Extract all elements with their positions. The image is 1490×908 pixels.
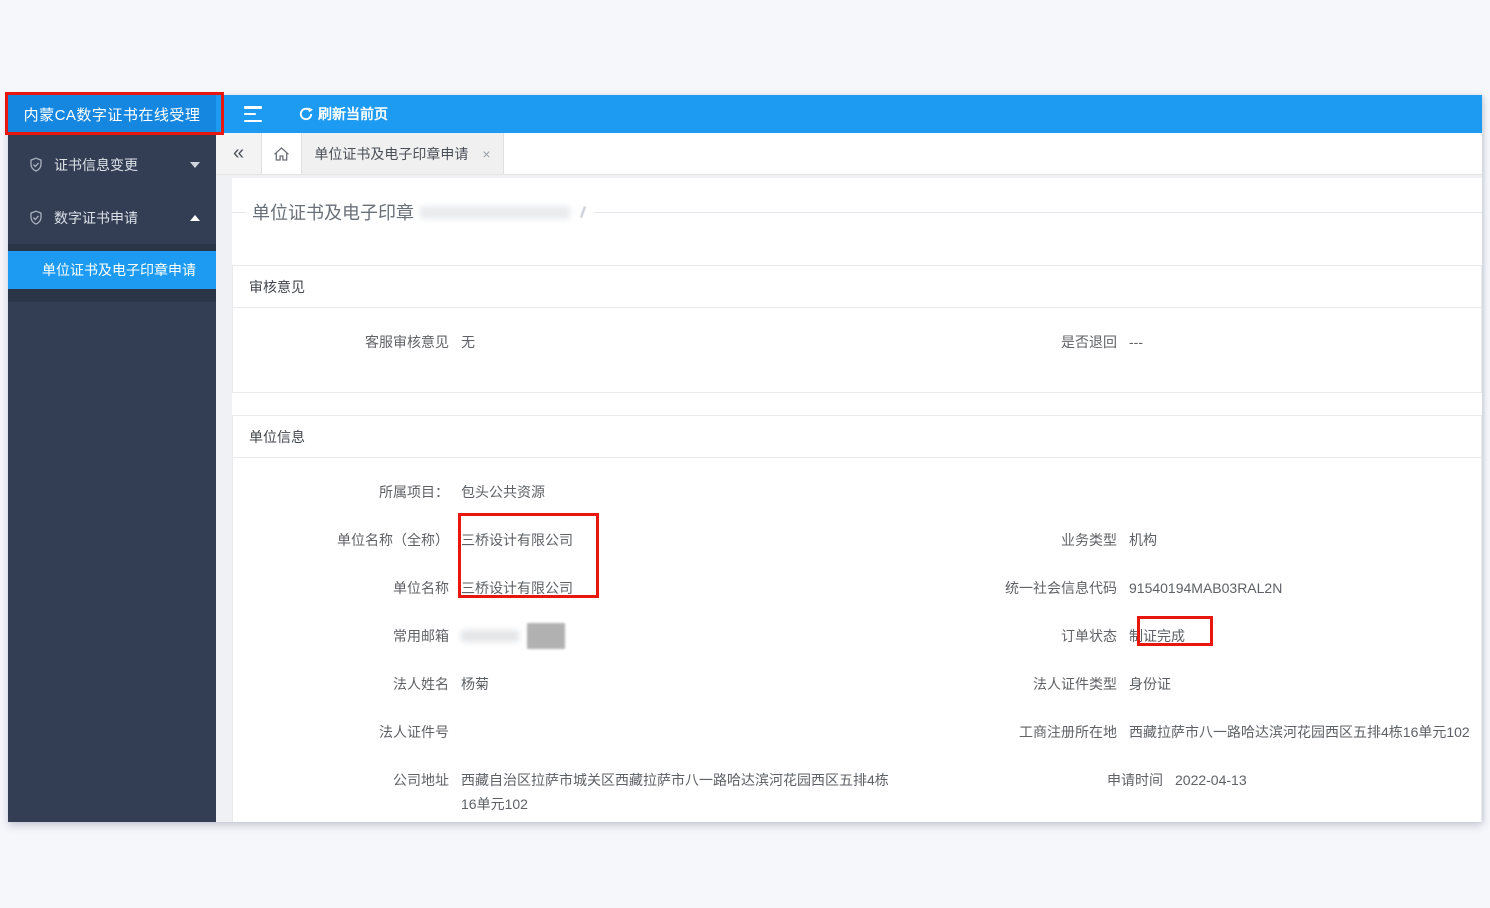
field-value: 无 [461, 334, 475, 350]
detail-card: 单位证书及电子印章 审核意见 客服审核意见 无 是否退回 --- 单位信息 所属… [232, 178, 1482, 822]
field-label: 是否退回 [1061, 334, 1117, 350]
tab-label: 单位证书及电子印章申请 [314, 145, 469, 162]
field-value: 西藏拉萨市八一路哈达滨河花园西区五排4栋16单元102 [1129, 724, 1470, 740]
collapse-sidebar-icon[interactable] [244, 106, 264, 122]
refresh-icon [299, 107, 313, 121]
form-row: 客服审核意见 无 是否退回 --- [233, 318, 1481, 366]
redacted-heading-text [420, 205, 570, 219]
field-label: 申请时间 [1107, 772, 1163, 788]
field-value-email-redacted [461, 623, 565, 649]
field-label: 统一社会信息代码 [1005, 580, 1117, 596]
page-title: 单位证书及电子印章 [252, 203, 414, 223]
sidebar-item-label: 数字证书申请 [54, 210, 138, 226]
form-row: 法人姓名 杨菊 法人证件类型 身份证 [233, 660, 1481, 708]
shield-check-icon [28, 210, 44, 226]
sidebar-submenu: 单位证书及电子印章申请 [8, 244, 216, 302]
sidebar-item-cert-info-change[interactable]: 证书信息变更 [8, 139, 216, 191]
page: { "colors": { "topbar_blue": "#1d9bf2", … [0, 0, 1490, 908]
tabs-back-button[interactable]: « [216, 133, 262, 174]
field-value: 机构 [1129, 532, 1157, 548]
section-review-opinion: 审核意见 客服审核意见 无 是否退回 --- [232, 265, 1482, 393]
page-heading-row: 单位证书及电子印章 [232, 178, 1482, 223]
shield-check-icon [28, 157, 44, 173]
sidebar: 内蒙CA数字证书在线受理 证书信息变更 数字证书申请 单位证书及电子印章申请 [8, 95, 216, 822]
close-icon[interactable]: × [482, 146, 490, 162]
field-label: 工商注册所在地 [1019, 724, 1117, 740]
field-value: 2022-04-13 [1175, 772, 1247, 788]
field-label: 客服审核意见 [365, 334, 449, 350]
section-unit-info: 单位信息 所属项目： 包头公共资源 单位名称（全称） 三桥设计有限公司 业务类型… [232, 415, 1482, 822]
field-value-order-status: 制证完成 [1129, 628, 1185, 644]
tab-unit-cert-seal-apply[interactable]: 单位证书及电子印章申请 × [302, 133, 504, 174]
field-value: 身份证 [1129, 676, 1171, 692]
field-value-company-name: 三桥设计有限公司 [461, 580, 573, 596]
field-label: 法人证件号 [379, 724, 449, 740]
field-value-company-fullname: 三桥设计有限公司 [461, 532, 573, 548]
heading-right-rule [594, 211, 1482, 213]
section-title: 审核意见 [233, 266, 1481, 308]
field-value: 杨菊 [461, 676, 489, 692]
section-title: 单位信息 [233, 416, 1481, 458]
field-label: 单位名称 [393, 580, 449, 596]
home-icon [274, 146, 289, 161]
chevron-down-icon [190, 162, 200, 168]
form-row: 单位名称（全称） 三桥设计有限公司 业务类型 机构 [233, 516, 1481, 564]
form-row: 常用邮箱 订单状态 制证完成 [233, 612, 1481, 660]
field-label: 公司地址 [393, 772, 449, 788]
field-label: 法人姓名 [393, 676, 449, 692]
form-row: 单位名称 三桥设计有限公司 统一社会信息代码 91540194MAB03RAL2… [233, 564, 1481, 612]
topbar: 刷新当前页 [216, 95, 1482, 133]
refresh-page-button[interactable]: 刷新当前页 [298, 104, 388, 124]
tabbar: « 单位证书及电子印章申请 × [216, 133, 1482, 175]
field-value: 91540194MAB03RAL2N [1129, 580, 1283, 596]
redacted-email-block [527, 623, 565, 649]
sidebar-item-label: 证书信息变更 [54, 157, 138, 173]
field-label: 所属项目： [379, 484, 449, 500]
form-row: 法人证件号 工商注册所在地 西藏拉萨市八一路哈达滨河花园西区五排4栋16单元10… [233, 708, 1481, 756]
form-row: 所属项目： 包头公共资源 [233, 468, 1481, 516]
field-label: 法人证件类型 [1033, 676, 1117, 692]
redacted-email-blur [461, 630, 519, 642]
refresh-label: 刷新当前页 [318, 106, 388, 122]
field-value: 包头公共资源 [461, 484, 545, 500]
field-label: 订单状态 [1061, 628, 1117, 644]
field-label: 单位名称（全称） [337, 532, 449, 548]
sidebar-app-title: 内蒙CA数字证书在线受理 [8, 95, 216, 133]
app-window: 内蒙CA数字证书在线受理 证书信息变更 数字证书申请 单位证书及电子印章申请 刷… [8, 95, 1482, 822]
chevron-up-icon [190, 215, 200, 221]
field-label: 业务类型 [1061, 532, 1117, 548]
field-value-company-address: 西藏自治区拉萨市城关区西藏拉萨市八一路哈达滨河花园西区五排4栋16单元102 [461, 772, 889, 812]
heading-left-rule [232, 211, 246, 213]
sidebar-subitem-unit-cert-seal-apply[interactable]: 单位证书及电子印章申请 [8, 251, 216, 289]
sidebar-item-digital-cert-apply[interactable]: 数字证书申请 [8, 192, 216, 244]
field-label: 常用邮箱 [393, 628, 449, 644]
main-content: 单位证书及电子印章 审核意见 客服审核意见 无 是否退回 --- 单位信息 所属… [216, 175, 1482, 822]
redaction-artifact [576, 207, 590, 217]
field-value: --- [1129, 334, 1143, 350]
form-row: 公司地址 西藏自治区拉萨市城关区西藏拉萨市八一路哈达滨河花园西区五排4栋16单元… [233, 756, 1481, 822]
home-tab-button[interactable] [262, 133, 302, 174]
